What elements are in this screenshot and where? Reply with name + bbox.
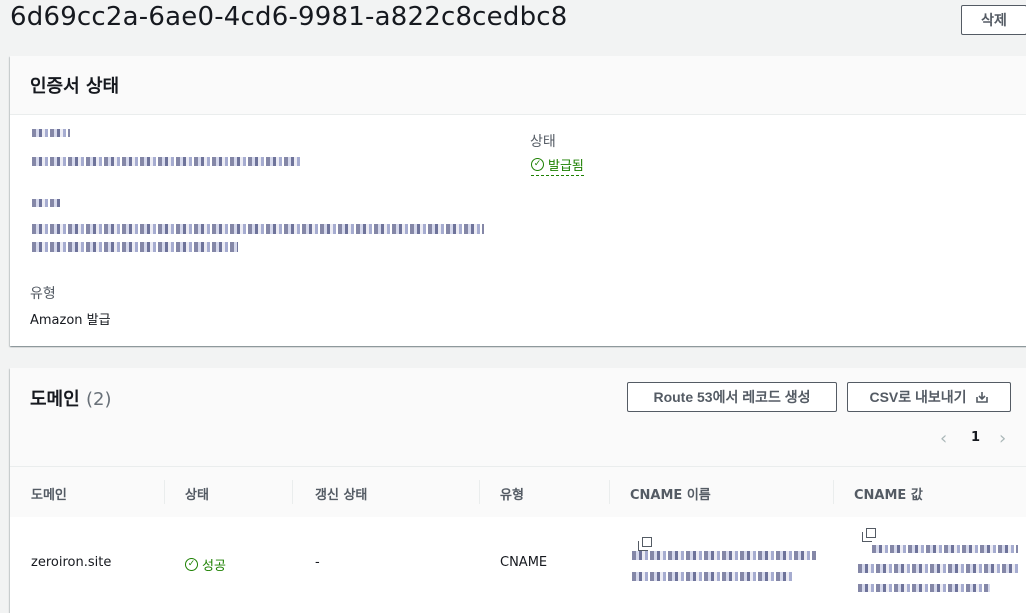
column-header-cname-value[interactable]: CNAME 값 (854, 484, 923, 503)
pagination-page-number[interactable]: 1 (971, 430, 980, 445)
pagination-next-button[interactable]: › (999, 428, 1006, 449)
export-csv-label: CSV로 내보내기 (869, 389, 967, 405)
redacted-cname-name (632, 572, 792, 581)
domains-heading: 도메인 (2) (30, 385, 111, 411)
redacted-value (32, 157, 302, 166)
redacted-label (32, 129, 70, 137)
create-route53-records-button[interactable]: Route 53에서 레코드 생성 (627, 382, 837, 412)
redacted-cname-value (872, 545, 1018, 553)
row-status-text: 성공 (202, 559, 226, 574)
certificate-status-card: 인증서 상태 상태 ✓ 발급됨 유형 Amazon 발급 (10, 56, 1026, 346)
status-label: 상태 (530, 134, 556, 150)
column-divider (609, 480, 610, 504)
status-value[interactable]: ✓ 발급됨 (531, 155, 584, 176)
row-renewal-status: - (315, 555, 320, 570)
status-issued-text: 발급됨 (548, 159, 584, 174)
column-divider (833, 480, 834, 504)
column-divider (292, 480, 293, 504)
export-icon (975, 392, 988, 403)
domains-count: (2) (85, 389, 112, 410)
row-status: ✓ 성공 (185, 555, 226, 574)
type-label: 유형 (30, 286, 56, 302)
page-title: 6d69cc2a-6ae0-4cd6-9981-a822c8cedbc8 (10, 2, 568, 32)
export-csv-button[interactable]: CSV로 내보내기 (847, 382, 1011, 412)
redacted-value (32, 242, 238, 252)
column-divider (479, 480, 480, 504)
column-divider (164, 480, 165, 504)
redacted-cname-value (858, 584, 990, 592)
row-type: CNAME (500, 555, 548, 570)
pagination-prev-button[interactable]: ‹ (940, 428, 947, 449)
column-header-cname-name[interactable]: CNAME 이름 (630, 484, 711, 503)
column-header-status[interactable]: 상태 (185, 484, 209, 503)
copy-icon[interactable] (862, 528, 876, 542)
check-circle-icon: ✓ (185, 558, 198, 571)
row-domain: zeroiron.site (31, 555, 112, 570)
copy-icon[interactable] (638, 537, 652, 551)
type-value: Amazon 발급 (30, 313, 111, 328)
column-header-domain[interactable]: 도메인 (31, 484, 67, 503)
certificate-status-heading: 인증서 상태 (30, 76, 120, 97)
check-circle-icon: ✓ (531, 158, 544, 171)
column-header-renewal-status[interactable]: 갱신 상태 (315, 484, 367, 503)
column-header-type[interactable]: 유형 (500, 484, 524, 503)
redacted-cname-name (632, 551, 816, 560)
domains-heading-text: 도메인 (30, 389, 80, 410)
delete-button[interactable]: 삭제 (961, 5, 1026, 35)
redacted-cname-value (858, 564, 1018, 573)
redacted-value (32, 224, 484, 234)
redacted-label (32, 199, 60, 207)
card-header: 인증서 상태 (10, 56, 1026, 115)
